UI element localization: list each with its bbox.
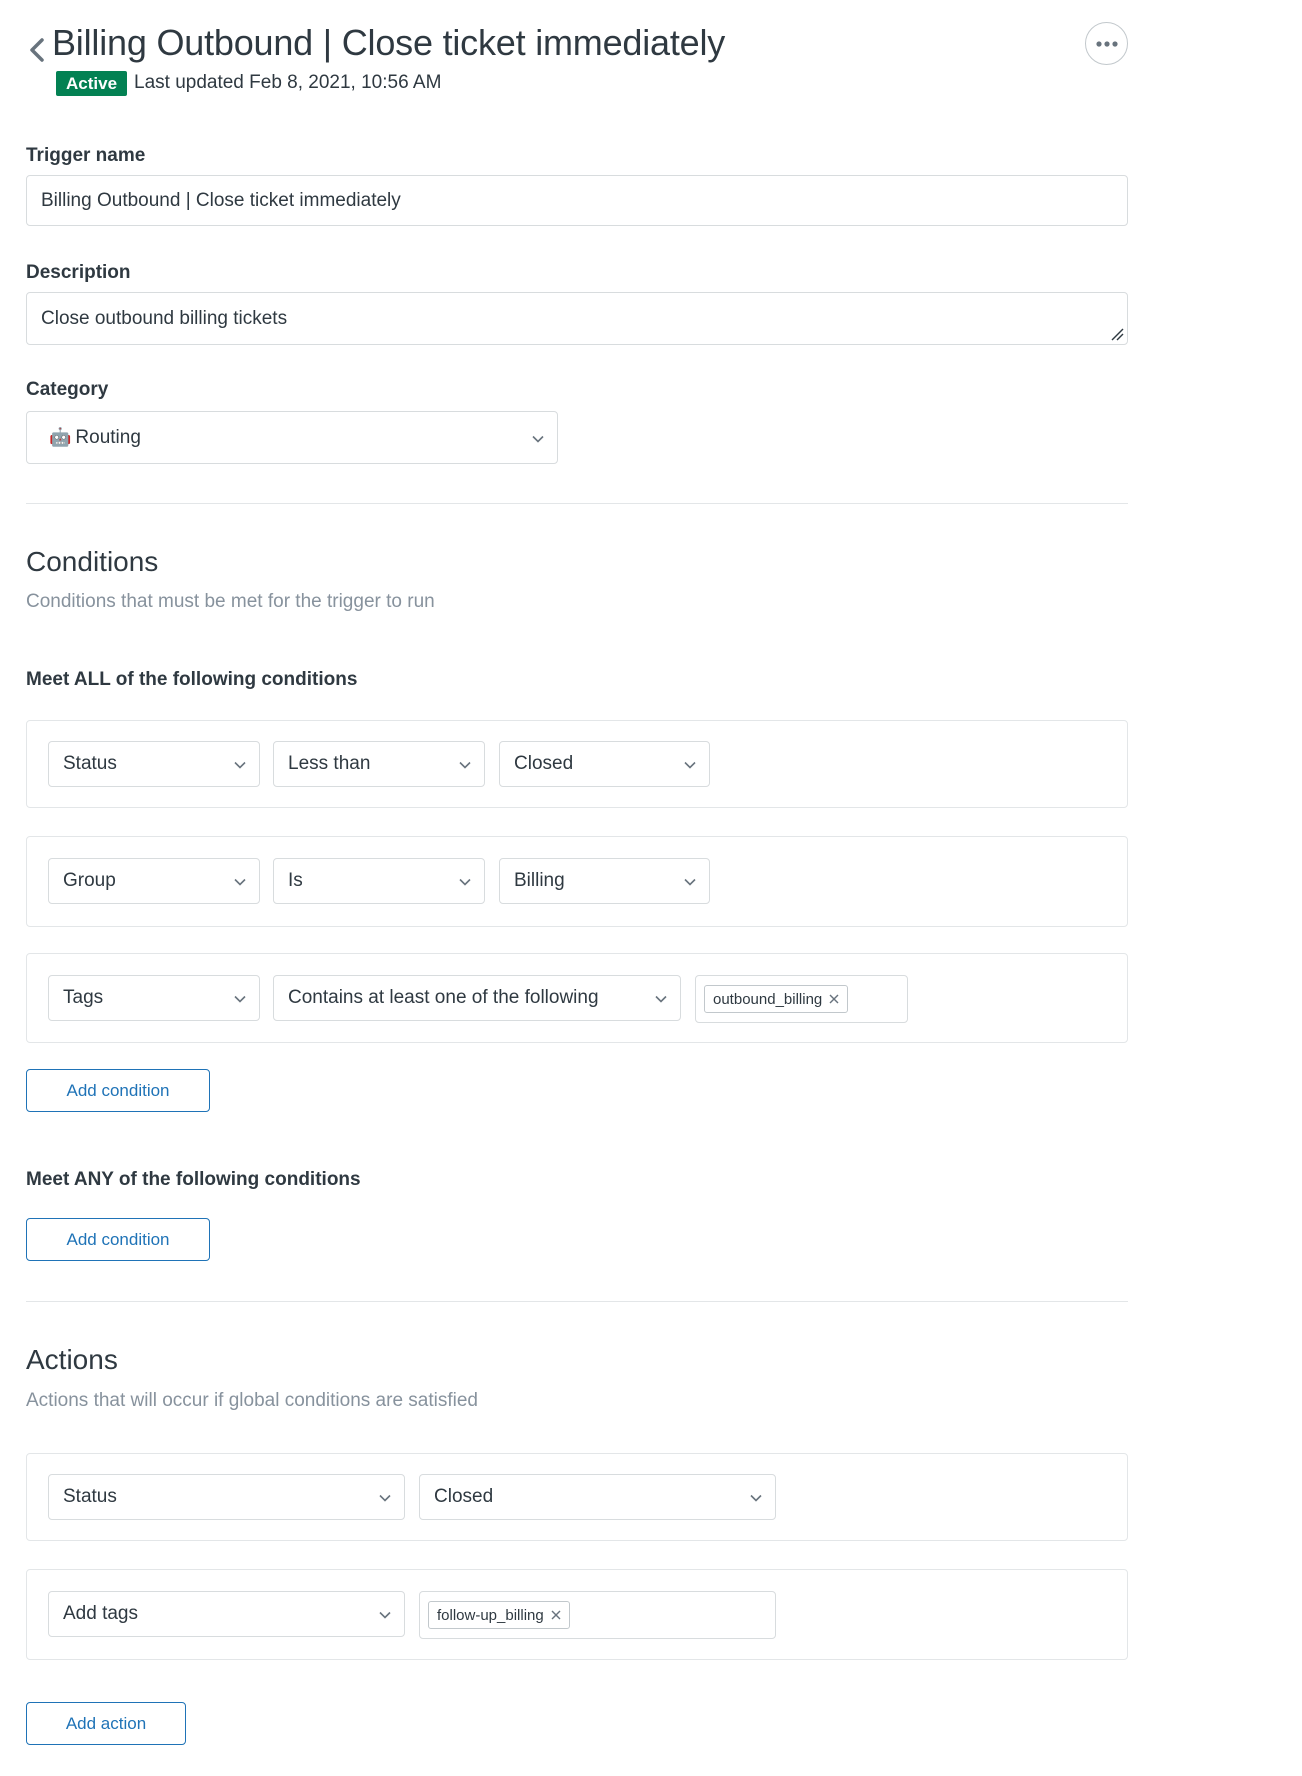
description-textarea[interactable]: Close outbound billing tickets	[26, 292, 1128, 345]
add-all-condition-button[interactable]: Add condition	[26, 1069, 210, 1112]
chevron-left-icon[interactable]	[26, 36, 48, 64]
chevron-down-icon	[684, 761, 696, 769]
condition-operator-value: Less than	[288, 753, 371, 774]
add-action-button[interactable]: Add action	[26, 1702, 186, 1745]
conditions-title: Conditions	[26, 546, 159, 577]
condition-field-value: Group	[63, 870, 116, 891]
chevron-down-icon	[532, 435, 544, 443]
condition-value: Billing	[514, 870, 565, 891]
chevron-down-icon	[750, 1494, 762, 1502]
close-icon[interactable]	[551, 1610, 561, 1620]
description-value: Close outbound billing tickets	[41, 307, 288, 329]
condition-field-value: Status	[63, 753, 117, 774]
resize-handle-icon[interactable]	[1110, 327, 1124, 341]
action-field-value: Add tags	[63, 1603, 138, 1624]
condition-operator-select[interactable]: Is	[273, 858, 485, 904]
tag-pill: outbound_billing	[704, 985, 849, 1013]
add-any-condition-button[interactable]: Add condition	[26, 1218, 210, 1261]
section-divider	[26, 503, 1128, 504]
tag-label: outbound_billing	[713, 990, 823, 1008]
trigger-name-value: Billing Outbound | Close ticket immediat…	[41, 189, 401, 211]
condition-value-select[interactable]: Closed	[499, 741, 710, 787]
condition-field-value: Tags	[63, 987, 104, 1008]
category-select[interactable]: 🤖 Routing	[26, 411, 558, 464]
trigger-name-input[interactable]: Billing Outbound | Close ticket immediat…	[26, 175, 1128, 226]
trigger-name-label: Trigger name	[26, 145, 146, 166]
condition-operator-select[interactable]: Less than	[273, 741, 485, 787]
condition-value-select[interactable]: Billing	[499, 858, 710, 904]
status-badge: Active	[56, 71, 128, 96]
condition-field-select[interactable]: Group	[48, 858, 260, 904]
chevron-down-icon	[684, 878, 696, 886]
condition-operator-value: Is	[288, 870, 303, 891]
chevron-down-icon	[655, 995, 667, 1003]
page-title: Billing Outbound | Close ticket immediat…	[52, 22, 726, 63]
chevron-down-icon	[234, 995, 246, 1003]
chevron-down-icon	[234, 761, 246, 769]
condition-field-select[interactable]: Tags	[48, 975, 260, 1021]
action-value: Closed	[434, 1486, 494, 1507]
description-label: Description	[26, 262, 131, 283]
ellipsis-icon	[1095, 40, 1118, 47]
robot-icon: 🤖	[49, 427, 72, 447]
action-field-select[interactable]: Add tags	[48, 1591, 405, 1637]
chevron-down-icon	[459, 878, 471, 886]
category-label: Category	[26, 379, 109, 400]
category-value: Routing	[75, 426, 141, 448]
chevron-down-icon	[459, 761, 471, 769]
actions-description: Actions that will occur if global condit…	[26, 1390, 479, 1411]
action-field-select[interactable]: Status	[48, 1474, 405, 1520]
conditions-description: Conditions that must be met for the trig…	[26, 591, 435, 612]
condition-value: Closed	[514, 753, 574, 774]
any-conditions-label: Meet ANY of the following conditions	[26, 1169, 361, 1190]
condition-operator-value: Contains at least one of the following	[288, 987, 599, 1008]
condition-field-select[interactable]: Status	[48, 741, 260, 787]
action-tags-input[interactable]: follow-up_billing	[419, 1591, 776, 1639]
last-updated-text: Last updated Feb 8, 2021, 10:56 AM	[134, 72, 442, 93]
chevron-down-icon	[234, 878, 246, 886]
chevron-down-icon	[379, 1611, 391, 1619]
action-value-select[interactable]: Closed	[419, 1474, 776, 1520]
all-conditions-label: Meet ALL of the following conditions	[26, 669, 358, 690]
chevron-down-icon	[379, 1494, 391, 1502]
tag-pill: follow-up_billing	[428, 1601, 570, 1629]
condition-tags-input[interactable]: outbound_billing	[695, 975, 908, 1023]
actions-title: Actions	[26, 1344, 118, 1375]
close-icon[interactable]	[829, 994, 839, 1004]
section-divider	[26, 1301, 1128, 1302]
tag-label: follow-up_billing	[437, 1606, 544, 1624]
condition-operator-select[interactable]: Contains at least one of the following	[273, 975, 681, 1021]
more-options-button[interactable]	[1085, 22, 1128, 65]
action-field-value: Status	[63, 1486, 117, 1507]
